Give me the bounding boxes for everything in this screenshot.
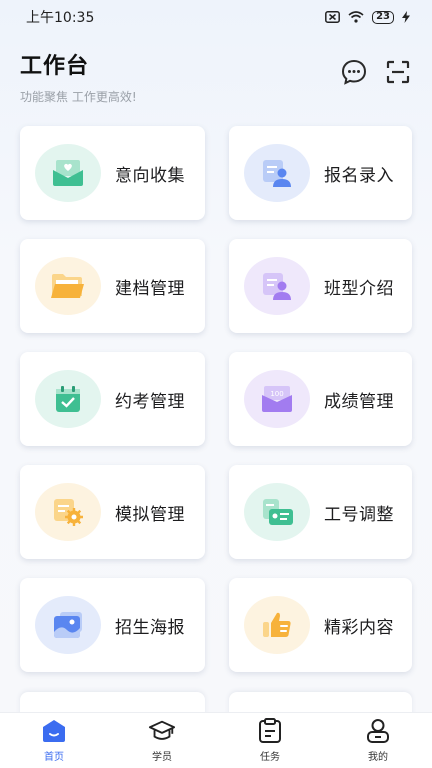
scan-button[interactable]	[384, 58, 412, 86]
card-label: 工号调整	[324, 504, 394, 525]
home-icon	[40, 718, 68, 744]
card-featured-content[interactable]: 精彩内容	[229, 578, 412, 672]
card-label: 模拟管理	[115, 504, 185, 525]
card-label: 意向收集	[115, 165, 185, 186]
wifi-icon	[348, 11, 364, 23]
graduation-cap-icon	[148, 718, 176, 744]
silent-icon	[325, 11, 341, 23]
card-intent-collection[interactable]: 意向收集	[20, 126, 205, 220]
scan-icon	[386, 60, 410, 84]
id-card-icon	[244, 483, 310, 541]
svg-text:100: 100	[270, 390, 283, 398]
card-label: 精彩内容	[324, 617, 394, 638]
battery-indicator: 23	[372, 10, 394, 24]
doc-gear-icon	[35, 483, 101, 541]
card-enrollment-poster[interactable]: 招生海报	[20, 578, 205, 672]
card-label: 报名录入	[324, 165, 394, 186]
card-label: 班型介绍	[324, 278, 394, 299]
function-grid: 意向收集 报名录入 建档管理 班型介绍 约考管理 100 成绩管理 模拟管理 工…	[20, 126, 412, 672]
envelope-heart-icon	[35, 144, 101, 202]
card-label: 招生海报	[115, 617, 185, 638]
task-clipboard-icon	[256, 718, 284, 744]
nav-label: 首页	[44, 752, 64, 763]
card-mock-management[interactable]: 模拟管理	[20, 465, 205, 559]
card-score-management[interactable]: 100 成绩管理	[229, 352, 412, 446]
nav-home[interactable]: 首页	[14, 718, 94, 763]
folder-icon	[35, 257, 101, 315]
status-bar: 上午10:35 23	[0, 0, 432, 34]
profile-icon	[364, 718, 392, 744]
card-label: 成绩管理	[324, 391, 394, 412]
nav-label: 学员	[152, 752, 172, 763]
status-icons: 23	[325, 10, 410, 24]
user-card-icon	[244, 257, 310, 315]
header-actions	[340, 58, 412, 86]
card-label: 建档管理	[115, 278, 185, 299]
header: 工作台 功能聚焦 工作更高效!	[20, 48, 137, 105]
nav-students[interactable]: 学员	[122, 718, 202, 763]
nav-tasks[interactable]: 任务	[230, 718, 310, 763]
thumbs-up-icon	[244, 596, 310, 654]
card-label: 约考管理	[115, 391, 185, 412]
page-title: 工作台	[20, 54, 90, 79]
chat-bubble-icon	[341, 59, 367, 85]
card-exam-booking[interactable]: 约考管理	[20, 352, 205, 446]
card-class-intro[interactable]: 班型介绍	[229, 239, 412, 333]
status-time: 上午10:35	[26, 10, 95, 26]
charging-icon	[402, 11, 410, 23]
poster-image-icon	[35, 596, 101, 654]
page-subtitle: 功能聚焦 工作更高效!	[20, 90, 137, 104]
score-folder-icon: 100	[244, 370, 310, 428]
user-form-icon	[244, 144, 310, 202]
message-button[interactable]	[340, 58, 368, 86]
nav-profile[interactable]: 我的	[338, 718, 418, 763]
bottom-nav: 首页 学员 任务 我的	[0, 712, 432, 768]
nav-label: 任务	[260, 752, 280, 763]
card-file-management[interactable]: 建档管理	[20, 239, 205, 333]
calendar-check-icon	[35, 370, 101, 428]
nav-label: 我的	[368, 752, 388, 763]
card-registration-entry[interactable]: 报名录入	[229, 126, 412, 220]
card-employee-id-adjust[interactable]: 工号调整	[229, 465, 412, 559]
